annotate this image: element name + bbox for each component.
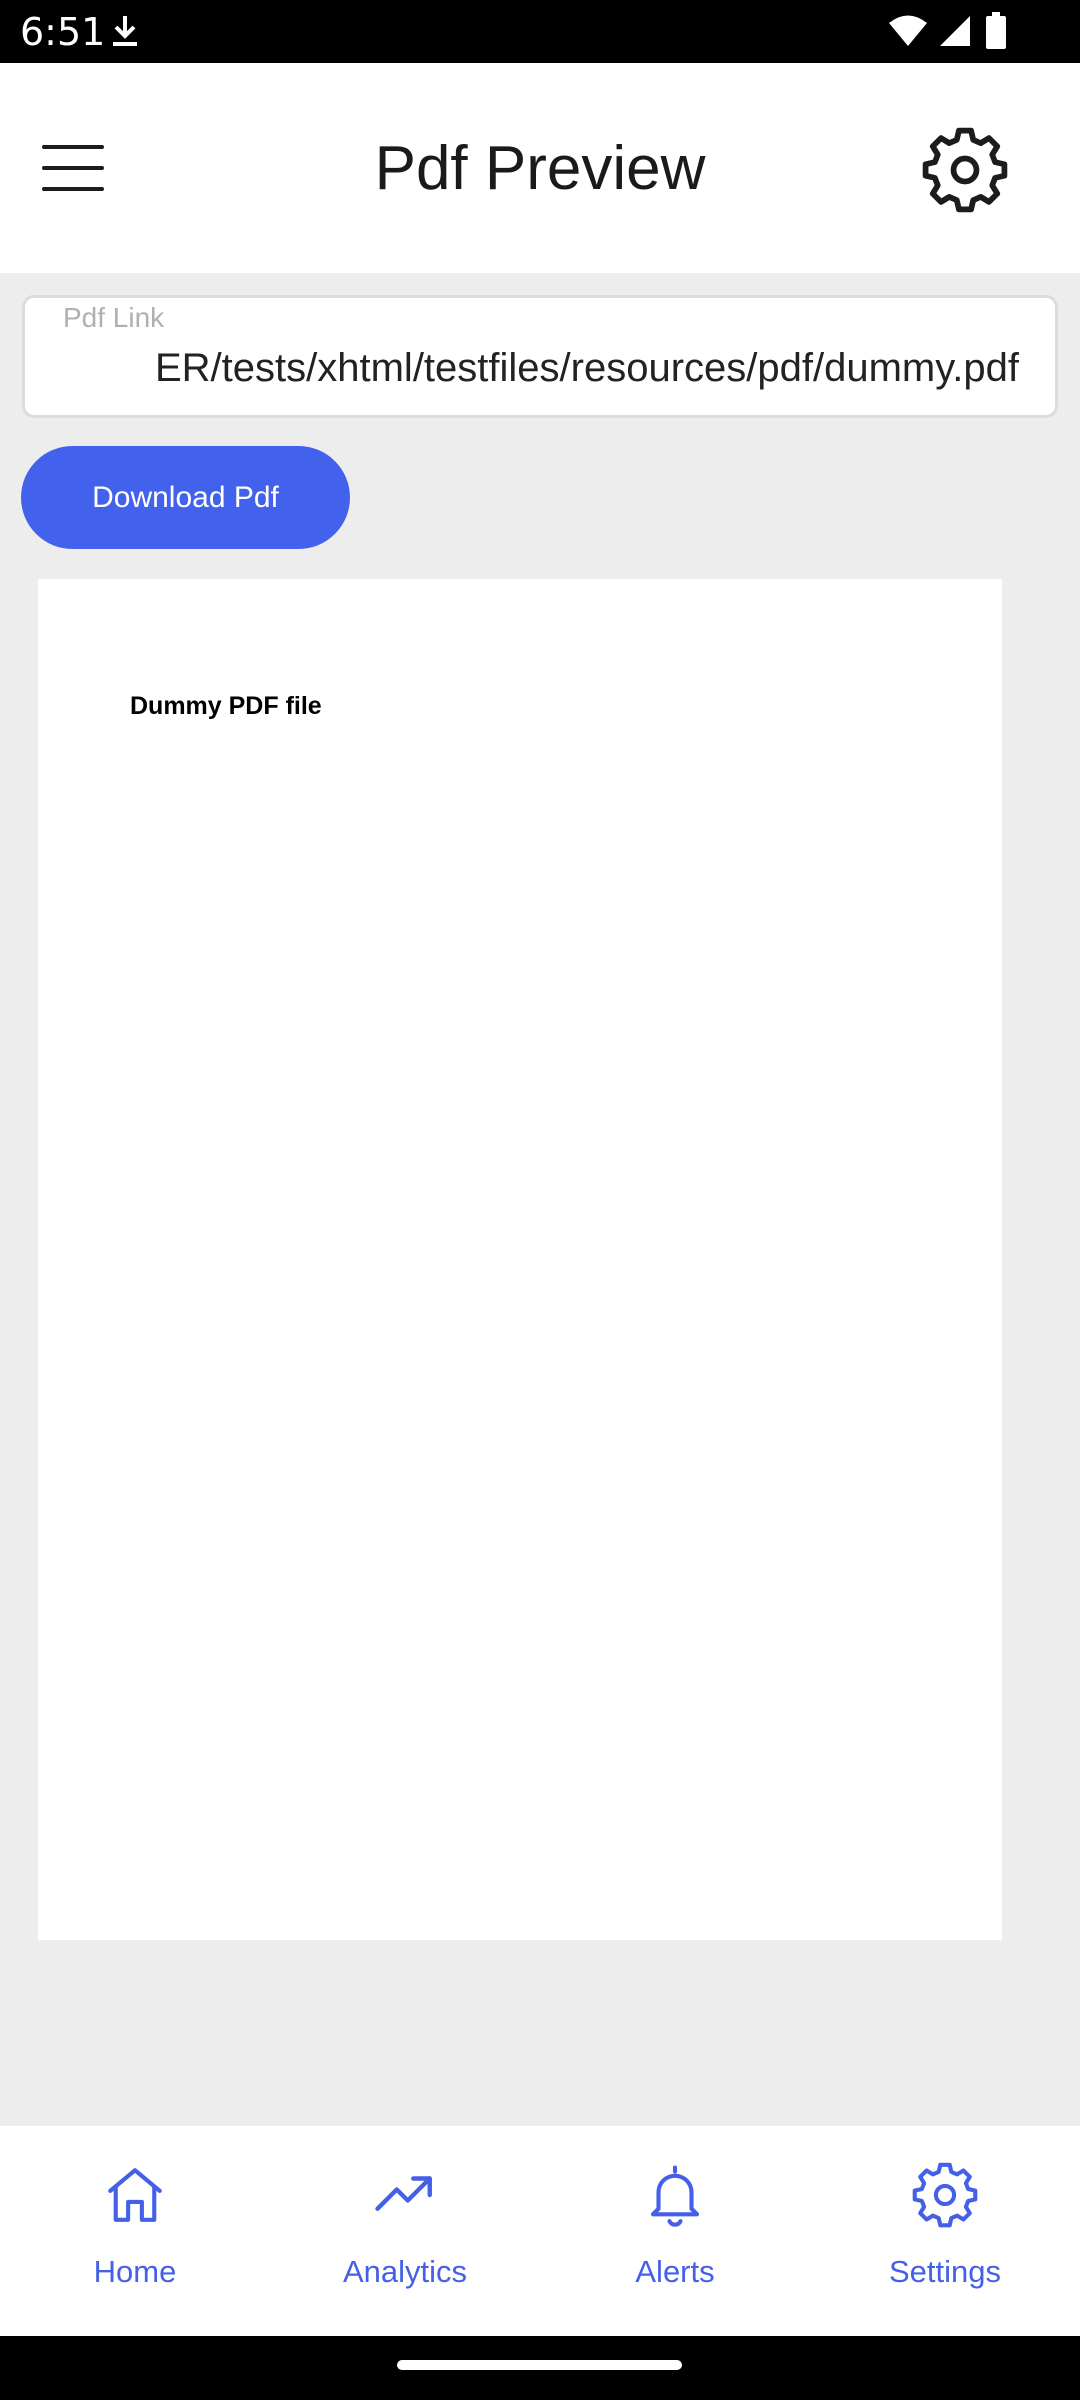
pdf-preview-page[interactable]: Dummy PDF file — [38, 579, 1002, 1940]
trending-up-icon — [375, 2176, 432, 2211]
battery-icon — [986, 12, 1006, 49]
gear-icon — [912, 2162, 978, 2228]
download-pdf-button[interactable]: Download Pdf — [21, 446, 350, 549]
pdf-link-input[interactable] — [25, 338, 1055, 398]
pdf-heading: Dummy PDF file — [130, 692, 322, 720]
app-bar: Pdf Preview — [0, 63, 1080, 273]
bottom-nav: Home Analytics Alerts Settings — [0, 2126, 1080, 2336]
bell-icon — [650, 2165, 700, 2227]
pdf-link-label: Pdf Link — [63, 302, 165, 333]
signal-icon — [940, 16, 970, 46]
nav-analytics[interactable]: Analytics — [270, 2126, 540, 2336]
pdf-link-field[interactable]: Pdf Link — [22, 295, 1058, 418]
status-time: 6:51 — [20, 10, 106, 54]
download-icon — [113, 16, 137, 46]
screen: 6:51 Pdf Preview Pdf Link ER/tests/xhtml… — [0, 0, 1080, 2400]
page-title: Pdf Preview — [374, 134, 706, 203]
nav-settings-label: Settings — [888, 2254, 1001, 2289]
home-gesture-handle[interactable] — [397, 2360, 682, 2370]
nav-alerts-label: Alerts — [635, 2254, 715, 2289]
nav-settings[interactable]: Settings — [810, 2126, 1080, 2336]
status-bar: 6:51 — [0, 0, 1080, 63]
gear-icon — [922, 127, 1008, 213]
nav-home-label: Home — [93, 2254, 177, 2289]
nav-alerts[interactable]: Alerts — [540, 2126, 810, 2336]
wifi-icon — [889, 15, 927, 46]
settings-button[interactable] — [922, 127, 1008, 213]
nav-analytics-label: Analytics — [342, 2254, 468, 2289]
nav-home[interactable]: Home — [0, 2126, 270, 2336]
gesture-bar — [0, 2336, 1080, 2400]
home-icon — [108, 2168, 162, 2222]
